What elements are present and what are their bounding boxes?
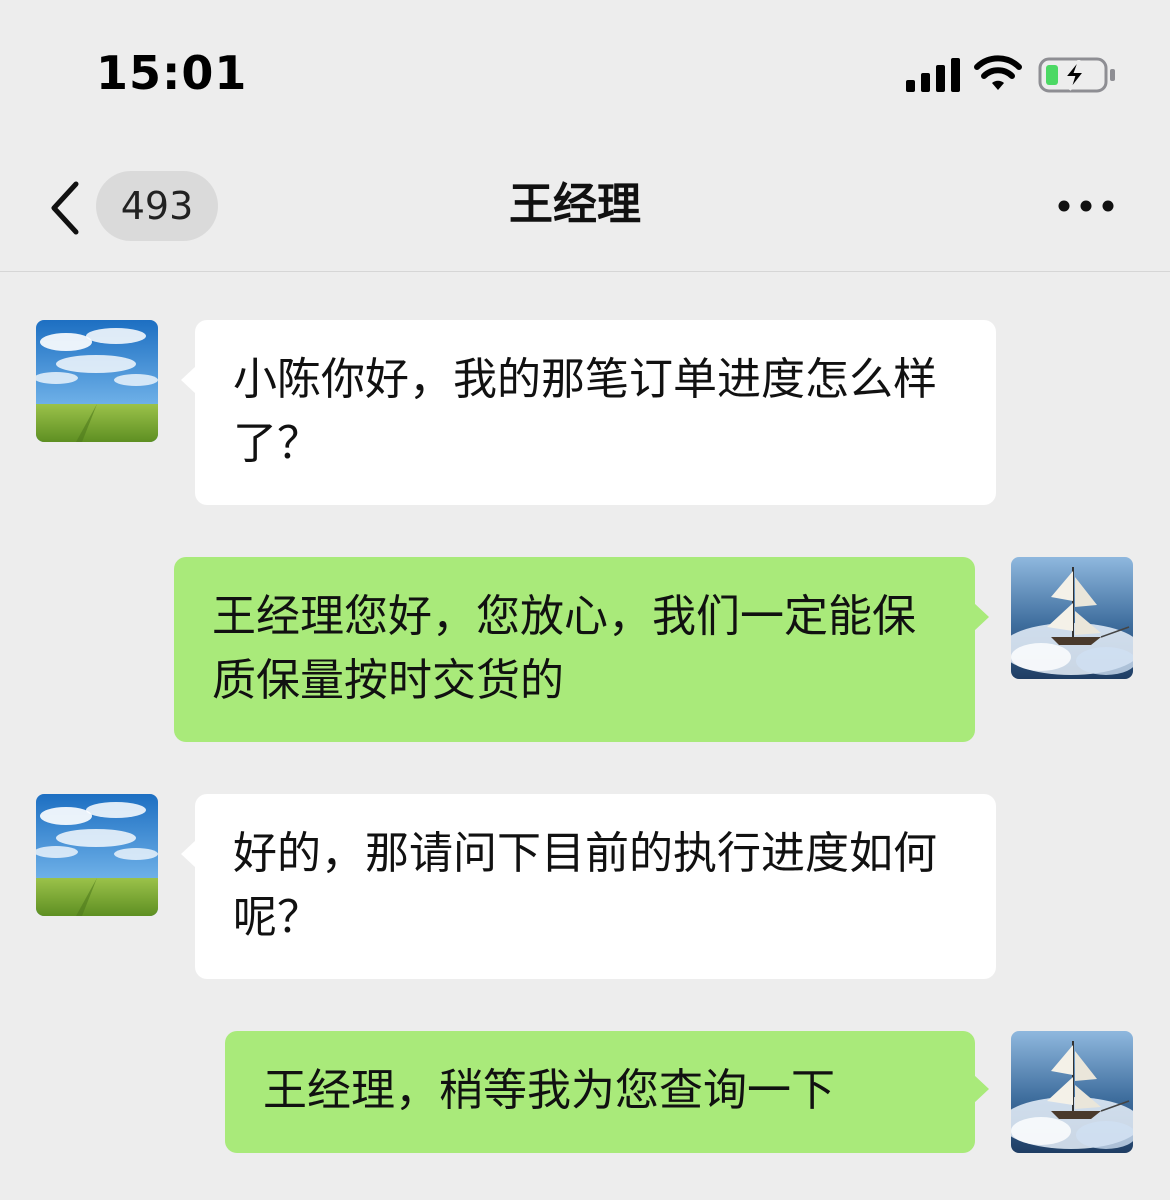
signal-icon xyxy=(906,58,960,92)
message-text: 王经理，稍等我为您查询一下 xyxy=(263,1065,835,1116)
sailboat-avatar[interactable] xyxy=(1011,557,1133,679)
message-text: 小陈你好，我的那笔订单进度怎么样了？ xyxy=(233,354,937,469)
status-time: 15:01 xyxy=(96,46,248,100)
chat-title: 王经理 xyxy=(509,179,641,230)
status-bar: 15:01 xyxy=(0,0,1170,140)
chat-header: 493 王经理 xyxy=(0,140,1170,272)
landscape-avatar[interactable] xyxy=(36,794,158,916)
message-bubble-outgoing[interactable]: 王经理您好，您放心，我们一定能保质保量按时交货的 xyxy=(174,557,989,742)
message-bubble-incoming[interactable]: 小陈你好，我的那笔订单进度怎么样了？ xyxy=(181,320,996,505)
more-dots-icon[interactable] xyxy=(1052,186,1122,226)
message-list: 小陈你好，我的那笔订单进度怎么样了？ 王经理您好，您放心，我们一定能保质保量按时… xyxy=(0,272,1170,1200)
message-text: 好的，那请问下目前的执行进度如何呢？ xyxy=(233,828,937,943)
battery-charging-icon xyxy=(1038,57,1115,93)
message-text: 王经理您好，您放心，我们一定能保质保量按时交货的 xyxy=(212,591,916,706)
message-bubble-incoming[interactable]: 好的，那请问下目前的执行进度如何呢？ xyxy=(181,794,996,979)
landscape-avatar[interactable] xyxy=(36,320,158,442)
wifi-icon xyxy=(974,55,1022,90)
message-bubble-outgoing[interactable]: 王经理，稍等我为您查询一下 xyxy=(225,1031,989,1153)
sailboat-avatar[interactable] xyxy=(1011,1031,1133,1153)
